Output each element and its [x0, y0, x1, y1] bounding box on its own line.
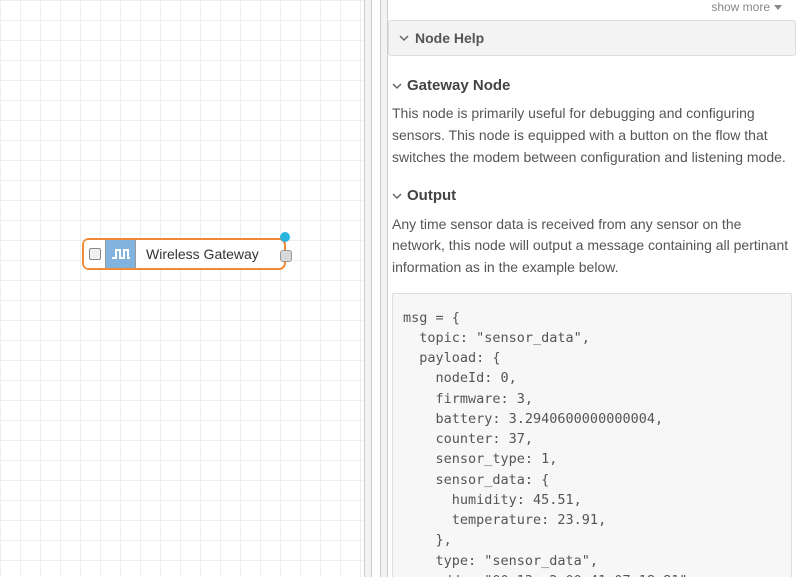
help-content: Gateway Node This node is primarily usef…	[388, 56, 796, 577]
help-heading-gateway: Gateway Node	[392, 74, 792, 97]
chevron-down-icon	[392, 191, 402, 201]
help-heading-output: Output	[392, 184, 792, 207]
splitter[interactable]	[364, 0, 372, 577]
section-title: Node Help	[415, 30, 484, 46]
caret-down-icon	[774, 5, 782, 10]
trigger-handle-icon	[89, 248, 101, 260]
show-more-label: show more	[711, 0, 770, 14]
node-trigger-button[interactable]	[84, 240, 106, 268]
chevron-down-icon	[392, 81, 402, 91]
node-label: Wireless Gateway	[136, 240, 284, 268]
chevron-down-icon	[399, 33, 409, 43]
splitter[interactable]	[380, 0, 388, 577]
code-example: msg = { topic: "sensor_data", payload: {…	[392, 293, 792, 577]
help-paragraph: This node is primarily useful for debugg…	[392, 103, 792, 168]
gateway-node[interactable]: Wireless Gateway	[82, 238, 286, 270]
flow-canvas[interactable]: Wireless Gateway	[0, 0, 364, 577]
node-help-header[interactable]: Node Help	[388, 20, 796, 56]
help-paragraph: Any time sensor data is received from an…	[392, 214, 792, 279]
show-more-link[interactable]: show more	[711, 0, 782, 14]
changed-dot-icon	[280, 232, 290, 242]
wireless-icon	[106, 240, 136, 268]
output-port[interactable]	[280, 250, 292, 262]
info-panel: show more Node Help Gateway Node This no…	[388, 0, 796, 577]
